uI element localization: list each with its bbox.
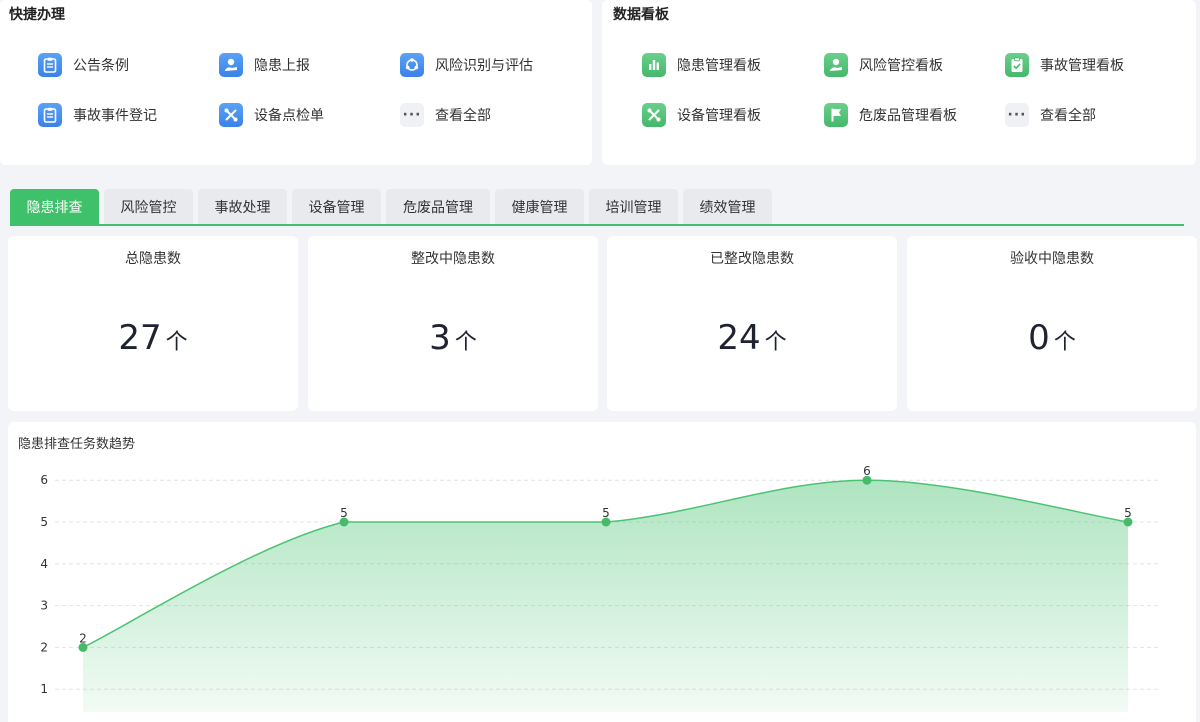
stat-value: 27 xyxy=(118,318,162,358)
quick-item-risk-assessment[interactable]: 风险识别与评估 xyxy=(400,52,533,78)
board-item-label: 事故管理看板 xyxy=(1040,58,1124,74)
report-hand-icon xyxy=(824,53,848,77)
stat-card-acceptance: 验收中隐患数 0个 xyxy=(907,236,1197,411)
bar-chart-icon xyxy=(642,53,666,77)
y-tick-label: 6 xyxy=(40,473,48,487)
quick-item-accident-register[interactable]: 事故事件登记 xyxy=(38,102,157,128)
board-item-label: 危废品管理看板 xyxy=(859,108,957,124)
report-hand-icon xyxy=(219,53,243,77)
board-item-hazardous-waste[interactable]: 危废品管理看板 xyxy=(824,102,957,128)
data-label: 5 xyxy=(1124,506,1132,520)
board-item-accident[interactable]: 事故管理看板 xyxy=(1005,52,1124,78)
trend-chart-panel: 隐患排查任务数趋势 12345625565 xyxy=(8,422,1196,722)
tab-hazardous-waste[interactable]: 危废品管理 xyxy=(386,189,490,225)
quick-item-announcements[interactable]: 公告条例 xyxy=(38,52,129,78)
quick-item-label: 风险识别与评估 xyxy=(435,58,533,74)
quick-panel-title: 快捷办理 xyxy=(9,7,65,23)
quick-item-hazard-report[interactable]: 隐患上报 xyxy=(219,52,310,78)
tools-icon xyxy=(219,103,243,127)
flag-icon xyxy=(824,103,848,127)
tools-icon xyxy=(642,103,666,127)
y-tick-label: 5 xyxy=(40,515,48,529)
clipboard-check-icon xyxy=(1005,53,1029,77)
board-item-label: 设备管理看板 xyxy=(677,108,761,124)
more-icon: ··· xyxy=(1005,103,1029,127)
tab-health-management[interactable]: 健康管理 xyxy=(495,189,584,225)
quick-item-view-all[interactable]: ··· 查看全部 xyxy=(400,102,491,128)
clipboard-icon xyxy=(38,53,62,77)
tab-accident-handling[interactable]: 事故处理 xyxy=(198,189,287,225)
board-item-label: 风险管控看板 xyxy=(859,58,943,74)
data-label: 5 xyxy=(340,506,348,520)
stat-label: 已整改隐患数 xyxy=(710,251,794,267)
y-tick-label: 1 xyxy=(40,682,48,696)
stat-value: 24 xyxy=(717,318,761,358)
stat-unit: 个 xyxy=(454,330,477,355)
y-tick-label: 3 xyxy=(40,599,48,613)
data-label: 2 xyxy=(79,631,87,645)
board-item-risk[interactable]: 风险管控看板 xyxy=(824,52,943,78)
tab-equipment-management[interactable]: 设备管理 xyxy=(292,189,381,225)
data-label: 5 xyxy=(602,506,610,520)
quick-panel: 快捷办理 公告条例 隐患上报 风险识别与评估 事故事件登记 设备点检单 ··· … xyxy=(0,0,592,165)
board-item-equipment[interactable]: 设备管理看板 xyxy=(642,102,761,128)
board-item-hazard[interactable]: 隐患管理看板 xyxy=(642,52,761,78)
tab-underline xyxy=(10,224,1184,226)
quick-item-equipment-checklist[interactable]: 设备点检单 xyxy=(219,102,324,128)
stat-card-rectifying: 整改中隐患数 3个 xyxy=(308,236,598,411)
quick-item-label: 设备点检单 xyxy=(254,108,324,124)
tab-hazard-inspection[interactable]: 隐患排查 xyxy=(10,189,99,225)
cycle-icon xyxy=(400,53,424,77)
boards-panel: 数据看板 隐患管理看板 风险管控看板 事故管理看板 设备管理看板 危废品管理看板… xyxy=(602,0,1196,165)
quick-item-label: 查看全部 xyxy=(435,108,491,124)
board-item-view-all[interactable]: ··· 查看全部 xyxy=(1005,102,1096,128)
stat-card-total: 总隐患数 27 个 xyxy=(8,236,298,411)
stat-value: 3 xyxy=(429,318,451,358)
board-item-label: 隐患管理看板 xyxy=(677,58,761,74)
more-icon: ··· xyxy=(400,103,424,127)
stat-label: 验收中隐患数 xyxy=(1010,251,1094,267)
y-tick-label: 4 xyxy=(40,557,48,571)
data-label: 6 xyxy=(863,464,871,478)
board-item-label: 查看全部 xyxy=(1040,108,1096,124)
tab-risk-control[interactable]: 风险管控 xyxy=(104,189,193,225)
trend-chart: 1 2 3 4 5 6 2 5 5 6 5 xyxy=(40,464,1160,712)
stat-unit: 个 xyxy=(1053,330,1076,355)
quick-item-label: 隐患上报 xyxy=(254,58,310,74)
stat-value: 0 xyxy=(1028,318,1050,358)
stat-card-rectified: 已整改隐患数 24 个 xyxy=(607,236,897,411)
quick-item-label: 公告条例 xyxy=(73,58,129,74)
boards-panel-title: 数据看板 xyxy=(613,7,669,23)
tab-training-management[interactable]: 培训管理 xyxy=(589,189,678,225)
y-tick-label: 2 xyxy=(40,640,48,654)
stat-label: 总隐患数 xyxy=(125,251,181,267)
stat-unit: 个 xyxy=(165,330,188,355)
stat-unit: 个 xyxy=(764,330,787,355)
quick-item-label: 事故事件登记 xyxy=(73,108,157,124)
tab-performance-management[interactable]: 绩效管理 xyxy=(683,189,772,225)
stat-label: 整改中隐患数 xyxy=(411,251,495,267)
clipboard-icon xyxy=(38,103,62,127)
